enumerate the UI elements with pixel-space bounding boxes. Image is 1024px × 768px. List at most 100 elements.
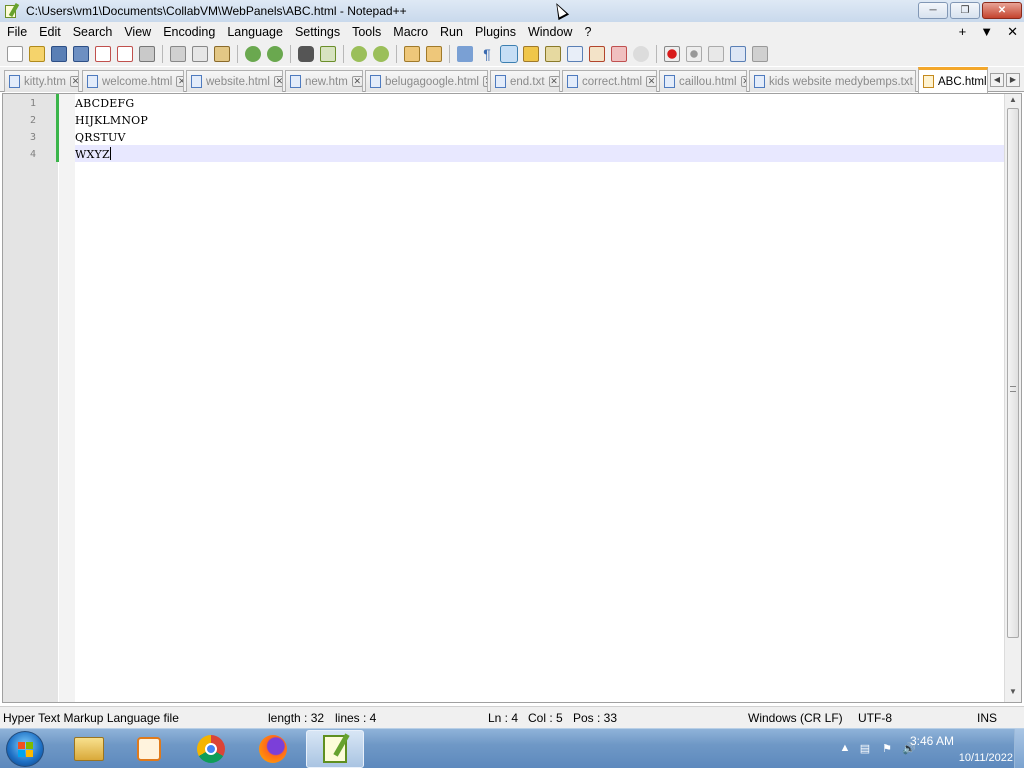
menu-settings[interactable]: Settings (289, 25, 346, 39)
redo-icon[interactable] (267, 46, 283, 62)
menu-encoding[interactable]: Encoding (157, 25, 221, 39)
taskbar-media-player[interactable] (120, 730, 178, 768)
tab-kitty[interactable]: kitty.htm ✕ (4, 70, 79, 92)
undo-icon[interactable] (245, 46, 261, 62)
playback-macro-icon[interactable] (708, 46, 724, 62)
minimize-button[interactable]: ─ (918, 2, 948, 19)
scroll-down-icon[interactable]: ▼ (1007, 687, 1019, 699)
menu-plugins[interactable]: Plugins (469, 25, 522, 39)
maximize-button[interactable]: ❐ (950, 2, 980, 19)
find-icon[interactable] (298, 46, 314, 62)
tab-caillou[interactable]: caillou.html✕ (659, 70, 747, 92)
tab-close-icon[interactable]: ✕ (740, 76, 746, 87)
sync-vertical-icon[interactable] (404, 46, 420, 62)
save-macro-icon[interactable] (752, 46, 768, 62)
status-encoding[interactable]: UTF-8 (858, 711, 892, 725)
close-file-icon[interactable] (95, 46, 111, 62)
tab-belugagoogle[interactable]: belugagoogle.html ✕ (365, 70, 488, 92)
start-button[interactable] (6, 731, 44, 767)
clock-date[interactable]: 10/11/2022 (933, 752, 1013, 764)
scrollbar-thumb[interactable] (1007, 108, 1019, 638)
scroll-up-icon[interactable]: ▲ (1007, 95, 1019, 107)
stop-recording-icon[interactable] (686, 46, 702, 62)
fold-margin[interactable] (59, 94, 75, 702)
code-line[interactable]: QRSTUV (75, 129, 126, 146)
code-line[interactable]: HIJKLMNOP (75, 112, 148, 129)
indent-guide-icon[interactable] (500, 45, 518, 63)
taskbar-notepad-plus-plus[interactable] (306, 730, 364, 768)
menu-search[interactable]: Search (67, 25, 119, 39)
tab-abc[interactable]: ABC.html (918, 67, 988, 93)
status-insert-mode[interactable]: INS (977, 711, 997, 725)
print-icon[interactable] (139, 46, 155, 62)
replace-icon[interactable] (320, 46, 336, 62)
tab-scroll-right-icon[interactable]: ▶ (1006, 73, 1020, 87)
record-macro-icon[interactable] (664, 46, 680, 62)
editor-pane[interactable]: 1 2 3 4 ABCDEFG HIJKLMNOP QRSTUV WXYZ ▲ … (2, 93, 1022, 703)
taskbar-file-explorer[interactable] (60, 730, 118, 768)
tab-close-icon[interactable]: ✕ (351, 76, 362, 87)
tab-kids-website[interactable]: kids website medybemps.txt✕ (749, 70, 916, 92)
clock-time[interactable]: 3:46 AM (897, 734, 967, 748)
word-wrap-icon[interactable] (457, 46, 473, 62)
document-list-icon[interactable] (567, 46, 583, 62)
tab-close-icon[interactable]: ✕ (483, 76, 487, 87)
save-all-icon[interactable] (73, 46, 89, 62)
copy-icon[interactable] (192, 46, 208, 62)
menu-window[interactable]: Window (522, 25, 578, 39)
tab-label: correct.html (582, 75, 643, 88)
zoom-in-icon[interactable] (351, 46, 367, 62)
close-all-icon[interactable] (117, 46, 133, 62)
tab-end[interactable]: end.txt ✕ (490, 70, 560, 92)
menu-edit[interactable]: Edit (33, 25, 67, 39)
show-desktop-button[interactable] (1014, 729, 1024, 768)
network-icon[interactable]: ▤ (858, 742, 872, 756)
tab-close-icon[interactable]: ✕ (646, 76, 656, 87)
open-file-icon[interactable] (29, 46, 45, 62)
cut-icon[interactable] (170, 46, 186, 62)
menu-macro[interactable]: Macro (387, 25, 434, 39)
save-icon[interactable] (51, 46, 67, 62)
tab-correct[interactable]: correct.html ✕ (562, 70, 657, 92)
tab-website[interactable]: website.html ✕ (186, 70, 283, 92)
code-line[interactable]: WXYZ (75, 146, 110, 163)
monitoring-icon[interactable] (633, 46, 649, 62)
paste-icon[interactable] (214, 46, 230, 62)
zoom-out-icon[interactable] (373, 46, 389, 62)
vertical-scrollbar[interactable]: ▲ ▼ (1004, 94, 1021, 702)
tab-list-dropdown-icon[interactable]: ▼ (980, 24, 993, 40)
show-hidden-icons-icon[interactable]: ▲ (838, 742, 852, 756)
taskbar-firefox[interactable] (244, 730, 302, 768)
run-macro-multiple-icon[interactable] (730, 46, 746, 62)
menu-file[interactable]: File (0, 25, 33, 39)
notepad-plus-plus-icon[interactable] (4, 2, 20, 19)
tab-label: ABC.html (938, 75, 987, 88)
tab-close-icon[interactable]: ✕ (548, 76, 559, 87)
document-map-icon[interactable] (545, 46, 561, 62)
code-line[interactable]: ABCDEFG (75, 95, 134, 112)
folder-as-workspace-icon[interactable] (611, 46, 627, 62)
tab-close-icon[interactable]: ✕ (176, 76, 183, 87)
taskbar-chrome[interactable] (182, 730, 240, 768)
status-eol-format[interactable]: Windows (CR LF) (748, 711, 843, 725)
menu-language[interactable]: Language (221, 25, 289, 39)
new-tab-plus-icon[interactable]: + (959, 24, 967, 40)
menu-run[interactable]: Run (434, 25, 469, 39)
tab-close-icon[interactable]: ✕ (273, 76, 282, 87)
menu-tools[interactable]: Tools (346, 25, 387, 39)
menu-help[interactable]: ? (578, 25, 597, 39)
close-button[interactable]: ✕ (982, 2, 1022, 19)
tab-welcome[interactable]: welcome.html✕ (82, 70, 184, 92)
new-file-icon[interactable] (7, 46, 23, 62)
tab-scroll-left-icon[interactable]: ◀ (990, 73, 1004, 87)
close-document-icon[interactable]: ✕ (1007, 24, 1018, 40)
tab-close-icon[interactable]: ✕ (69, 76, 78, 87)
user-defined-language-icon[interactable] (523, 46, 539, 62)
toolbar: ¶ (0, 42, 1024, 66)
sync-horizontal-icon[interactable] (426, 46, 442, 62)
menu-view[interactable]: View (118, 25, 157, 39)
tab-new[interactable]: new.htm ✕ (285, 70, 363, 92)
action-center-flag-icon[interactable]: ⚑ (880, 742, 894, 756)
function-list-icon[interactable] (589, 46, 605, 62)
show-all-characters-icon[interactable]: ¶ (479, 46, 495, 62)
